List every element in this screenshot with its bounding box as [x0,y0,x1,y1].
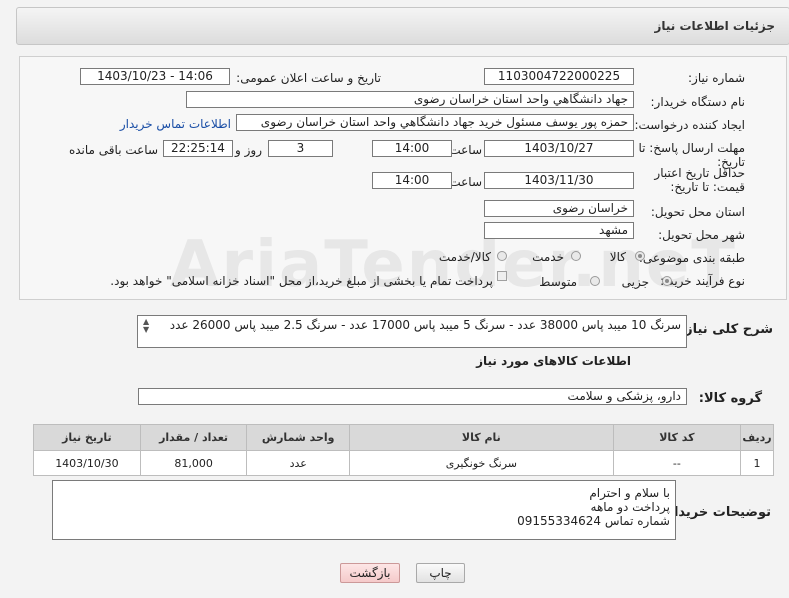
summary-field: سرنگ 10 میبد پاس 38000 عدد - سرنگ 5 میبد… [137,315,687,348]
page-header: جزئیات اطلاعات نیاز [16,7,789,45]
validity-time-label: ساعت [449,175,482,189]
buyer-org-field: جهاد دانشگاهي واحد استان خراسان رضوی [186,91,634,108]
table-header-row: ردیف کد کالا نام کالا واحد شمارش تعداد /… [33,424,774,451]
cell-quantity: 81,000 [139,450,248,476]
cell-row-number: 1 [740,450,774,476]
buyer-notes-label: توضیحات خریدار: [661,505,771,520]
cell-item-code: -- [612,450,742,476]
category-service-label: خدمت [532,250,564,264]
col-row-number: ردیف [740,424,774,451]
process-minor-label: جزیی [621,275,649,289]
category-service-radio[interactable] [571,251,581,261]
process-minor-radio[interactable] [662,276,672,286]
need-number-label: شماره نیاز: [688,71,745,85]
creator-label: ایجاد کننده درخواست: [634,118,745,132]
deadline-label: مهلت ارسال پاسخ: تا تاریخ: [638,141,745,169]
category-goods-radio[interactable] [635,251,645,261]
buyer-notes-line-2: پرداخت دو ماهه [590,500,670,514]
deadline-date-field: 1403/10/27 [484,140,634,157]
buyer-contact-link[interactable]: اطلاعات تماس خریدار [120,117,231,131]
col-quantity: تعداد / مقدار [139,424,248,451]
need-number-field: 1103004722000225 [484,68,634,85]
process-medium-label: متوسط [539,275,577,289]
goods-group-label: گروه کالا: [698,391,762,406]
validity-time-field: 14:00 [372,172,452,189]
col-unit: واحد شمارش [246,424,351,451]
category-label: طبقه بندی موضوعی: [638,251,745,265]
validity-label: حداقل تاریخ اعتبار قیمت: تا تاریخ: [654,166,745,194]
goods-info-title: اطلاعات کالاهای مورد نیاز [476,354,631,368]
deadline-time-field: 14:00 [372,140,452,157]
buyer-org-label: نام دستگاه خریدار: [650,95,746,109]
col-item-code: کد کالا [612,424,742,451]
back-button[interactable]: بازگشت [340,563,400,583]
treasury-payment-note: پرداخت تمام یا بخشی از مبلغ خرید،از محل … [110,274,493,288]
days-remaining-field: 3 [268,140,333,157]
buyer-notes-field: با سلام و احترام پرداخت دو ماهه شماره تم… [52,480,676,540]
cell-unit: عدد [246,450,351,476]
validity-date-field: 1403/11/30 [484,172,634,189]
goods-group-field: دارو، پزشکی و سلامت [138,388,687,405]
province-label: استان محل تحویل: [650,205,745,219]
buyer-notes-line-3: شماره تماس 09155334624 [517,514,670,528]
treasury-payment-checkbox[interactable] [497,271,507,281]
items-table: ردیف کد کالا نام کالا واحد شمارش تعداد /… [33,424,774,476]
process-medium-radio[interactable] [590,276,600,286]
table-row: 1 -- سرنگ خونگیری عدد 81,000 1403/10/30 [33,450,774,476]
summary-label: شرح کلی نیاز: [679,322,773,337]
scroll-down-icon[interactable]: ▼ [143,325,149,334]
category-goods-label: کالا [609,250,626,264]
city-field: مشهد [484,222,634,239]
category-goods-service-label: کالا/خدمت [438,250,491,264]
col-item-name: نام کالا [349,424,614,451]
city-label: شهر محل تحویل: [658,228,745,242]
col-need-date: تاریخ نیاز [33,424,141,451]
page-title: جزئیات اطلاعات نیاز [654,19,775,33]
cell-item-name: سرنگ خونگیری [349,450,614,476]
remaining-label: ساعت باقی مانده [68,143,158,157]
summary-text: سرنگ 10 میبد پاس 38000 عدد - سرنگ 5 میبد… [169,318,681,332]
days-and-label: روز و [235,143,262,157]
announce-label: تاریخ و ساعت اعلان عمومی: [236,71,381,85]
process-label: نوع فرآیند خرید : [660,274,745,288]
category-goods-service-radio[interactable] [497,251,507,261]
province-field: خراسان رضوی [484,200,634,217]
deadline-time-label: ساعت [449,143,482,157]
buyer-notes-line-1: با سلام و احترام [589,486,670,500]
print-button[interactable]: چاپ [416,563,465,583]
cell-need-date: 1403/10/30 [33,450,141,476]
creator-field: حمزه پور یوسف مسئول خرید جهاد دانشگاهي و… [236,114,634,131]
announce-datetime-field: 1403/10/23 - 14:06 [80,68,230,85]
remaining-time-field: 22:25:14 [163,140,233,157]
